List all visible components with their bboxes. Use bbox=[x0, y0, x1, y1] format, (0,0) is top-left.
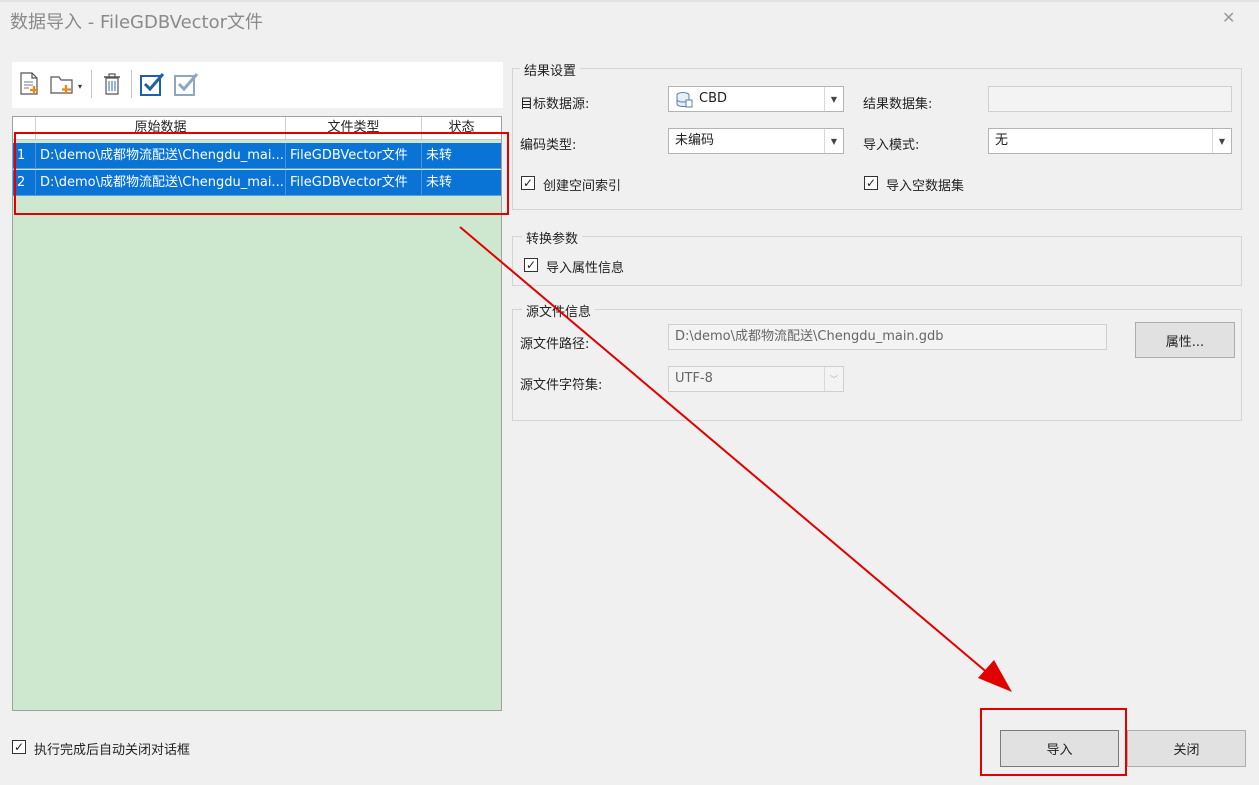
annotation-arrow-icon bbox=[459, 226, 1012, 692]
